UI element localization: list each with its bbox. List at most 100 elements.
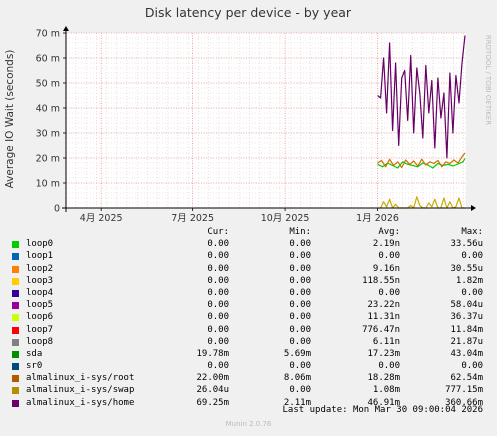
legend-name: almalinux_i-sys/swap xyxy=(26,385,135,396)
y-axis-arrow xyxy=(63,26,69,31)
x-tick-label: 1月 2026 xyxy=(356,213,399,224)
legend-avg: 18.28m xyxy=(367,373,400,384)
legend-avg: 776.47n xyxy=(362,324,400,335)
legend-min: 0.00 xyxy=(289,336,311,347)
chart-title: Disk latency per device - by year xyxy=(145,5,352,20)
legend-max: 11.84m xyxy=(450,324,483,335)
legend-swatch xyxy=(12,265,19,273)
y-tick-label: 40 m xyxy=(36,104,60,115)
y-axis-label: Average IO Wait (seconds) xyxy=(4,50,16,189)
legend-row: almalinux_i-sys/swap 26.04u 0.00 1.08m 777.1… xyxy=(0,385,497,397)
legend-header: Cur: Min: Avg: Max: xyxy=(0,227,497,239)
header-cur: Cur: xyxy=(207,227,229,237)
y-tick-label: 20 m xyxy=(36,154,60,165)
legend-name: loop7 xyxy=(26,324,54,335)
legend-avg: 9.16n xyxy=(372,263,400,274)
y-tick-label: 50 m xyxy=(36,79,60,90)
legend-min: 0.00 xyxy=(289,361,311,372)
legend-avg: 0.00 xyxy=(378,251,400,262)
legend-cur: 0.00 xyxy=(207,251,229,262)
legend-max: 58.04u xyxy=(450,300,483,311)
legend-cur: 0.00 xyxy=(207,239,229,250)
legend-row: loop6 0.00 0.00 11.31n 36.37u xyxy=(0,312,497,324)
legend-name: loop6 xyxy=(26,312,54,323)
legend-row: loop8 0.00 0.00 6.11n 21.87u xyxy=(0,337,497,349)
legend-row: loop5 0.00 0.00 23.22n 58.04u xyxy=(0,300,497,312)
legend-swatch xyxy=(12,277,19,285)
legend-min: 0.00 xyxy=(289,239,311,250)
legend-cur: 22.00m xyxy=(196,373,229,384)
legend-max: 36.37u xyxy=(450,312,483,323)
legend-cur: 19.78m xyxy=(196,348,229,359)
legend-name: loop1 xyxy=(26,251,54,262)
legend-swatch xyxy=(12,387,19,395)
y-tick-label: 10 m xyxy=(36,179,60,190)
y-tick-labels: 0 10 m 20 m 30 m 40 m 50 m 60 m 70 m xyxy=(36,29,60,215)
legend-avg: 23.22n xyxy=(367,300,400,311)
legend-swatch xyxy=(12,289,19,297)
legend-row: loop4 0.00 0.00 0.00 0.00 xyxy=(0,288,497,300)
header-max: Max: xyxy=(461,227,483,237)
last-update: Last update: Mon Mar 30 09:00:04 2026 xyxy=(282,405,483,415)
legend-cur: 0.00 xyxy=(207,361,229,372)
legend-max: 777.15m xyxy=(445,385,483,396)
legend-row: loop3 0.00 0.00 118.55n 1.82m xyxy=(0,276,497,288)
legend-swatch xyxy=(12,302,19,310)
legend-name: almalinux_i-sys/home xyxy=(26,397,135,408)
x-axis-arrow xyxy=(471,205,476,211)
legend-name: loop0 xyxy=(26,239,54,250)
x-tick-label: 10月 2025 xyxy=(261,213,310,224)
legend-name: sda xyxy=(26,348,43,359)
legend-max: 21.87u xyxy=(450,336,483,347)
legend-swatch xyxy=(12,350,19,358)
legend-name: loop4 xyxy=(26,287,54,298)
x-tick-label: 7月 2025 xyxy=(171,213,214,224)
legend-max: 1.82m xyxy=(455,275,483,286)
legend-name: loop5 xyxy=(26,300,54,311)
legend-cur: 0.00 xyxy=(207,263,229,274)
legend-swatch xyxy=(12,326,19,334)
legend-cur: 26.04u xyxy=(196,385,229,396)
legend-cur: 69.25m xyxy=(196,397,229,408)
munin-version: Munin 2.0.76 xyxy=(225,420,272,428)
header-avg: Avg: xyxy=(378,227,400,237)
legend-table: Cur: Min: Avg: Max: loop0 0.00 0.00 2.19n 33… xyxy=(0,227,497,410)
header-min: Min: xyxy=(289,227,311,237)
legend-min: 0.00 xyxy=(289,324,311,335)
legend-avg: 2.19n xyxy=(372,239,400,250)
plot-area xyxy=(66,33,466,208)
legend-min: 0.00 xyxy=(289,312,311,323)
legend-name: loop3 xyxy=(26,275,54,286)
legend-min: 0.00 xyxy=(289,287,311,298)
legend-min: 8.06m xyxy=(283,373,311,384)
legend-min: 0.00 xyxy=(289,263,311,274)
legend-swatch xyxy=(12,399,19,407)
legend-cur: 0.00 xyxy=(207,324,229,335)
legend-name: loop2 xyxy=(26,263,54,274)
legend-max: 33.56u xyxy=(450,239,483,250)
legend-rows: loop0 0.00 0.00 2.19n 33.56u loop1 0.00 0.00 0.0… xyxy=(0,239,497,410)
legend-swatch xyxy=(12,314,19,322)
legend-avg: 11.31n xyxy=(367,312,400,323)
legend-cur: 0.00 xyxy=(207,312,229,323)
legend-swatch xyxy=(12,375,19,383)
legend-row: sr0 0.00 0.00 0.00 0.00 xyxy=(0,361,497,373)
y-tick-label: 70 m xyxy=(36,29,60,40)
legend-min: 0.00 xyxy=(289,275,311,286)
legend-max: 0.00 xyxy=(461,287,483,298)
legend-min: 0.00 xyxy=(289,300,311,311)
y-tick-label: 60 m xyxy=(36,54,60,65)
legend-max: 0.00 xyxy=(461,361,483,372)
legend-row: sda 19.78m 5.69m 17.23m 43.04m xyxy=(0,349,497,361)
legend-avg: 0.00 xyxy=(378,361,400,372)
legend-cur: 0.00 xyxy=(207,336,229,347)
y-tick-label: 0 xyxy=(54,204,60,215)
legend-cur: 0.00 xyxy=(207,275,229,286)
y-tick-label: 30 m xyxy=(36,129,60,140)
legend-avg: 17.23m xyxy=(367,348,400,359)
legend-row: loop0 0.00 0.00 2.19n 33.56u xyxy=(0,239,497,251)
legend-swatch xyxy=(12,338,19,346)
legend-avg: 1.08m xyxy=(372,385,400,396)
legend-cur: 0.00 xyxy=(207,287,229,298)
legend-avg: 118.55n xyxy=(362,275,400,286)
